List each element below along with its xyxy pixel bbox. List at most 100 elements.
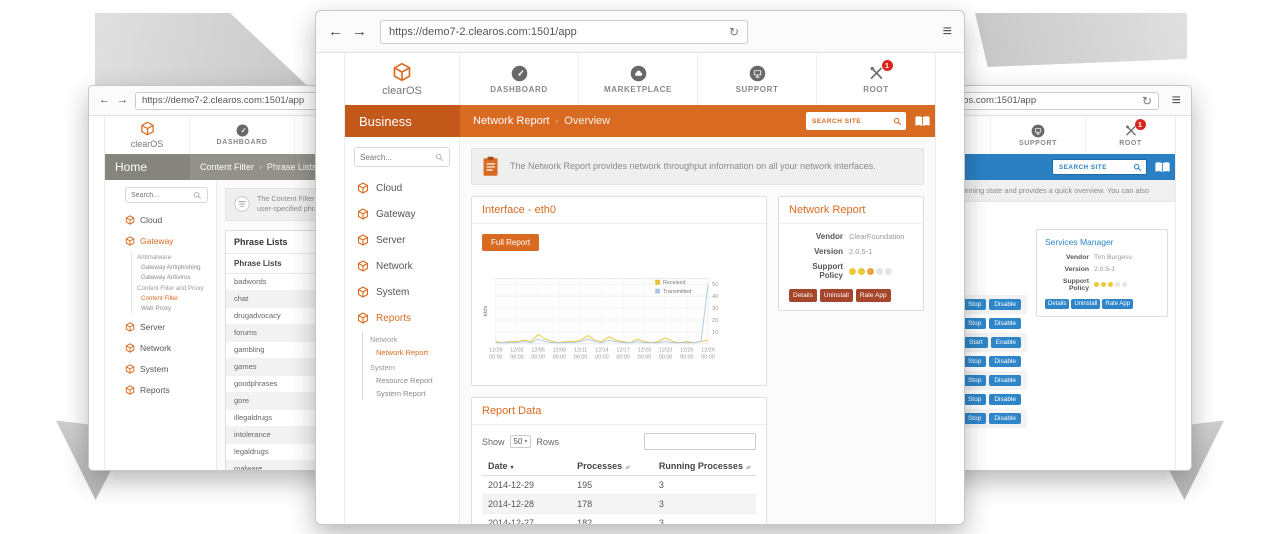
uninstall-button[interactable]: Uninstall bbox=[1071, 299, 1100, 309]
table-row[interactable]: 2014-12-291953 bbox=[482, 476, 756, 495]
tree-item-gateway-antivirus[interactable]: Gateway Antivirus bbox=[132, 272, 216, 282]
sidebar-item-server[interactable]: Server bbox=[105, 316, 216, 337]
tree-item-resource-report[interactable]: Resource Report bbox=[363, 374, 459, 387]
full-report-button[interactable]: Full Report bbox=[482, 234, 539, 251]
svg-text:00:00: 00:00 bbox=[680, 355, 693, 361]
svg-text:12/08: 12/08 bbox=[553, 348, 566, 354]
url-bar[interactable]: https://demo7-2.clearos.com:1501/app ↻ bbox=[380, 20, 748, 44]
forward-button[interactable]: → bbox=[117, 95, 128, 106]
cube-icon bbox=[125, 322, 135, 332]
sidebar-item-gateway[interactable]: Gateway bbox=[345, 201, 459, 227]
vendor-row: Vendor Tim Burgess bbox=[1045, 254, 1159, 261]
sidebar-item-cloud[interactable]: Cloud bbox=[105, 209, 216, 230]
notification-badge: 1 bbox=[1135, 119, 1146, 130]
stop-button[interactable]: Stop bbox=[963, 299, 986, 310]
cube-icon bbox=[125, 385, 135, 395]
sidebar-item-cloud[interactable]: Cloud bbox=[345, 175, 459, 201]
stop-button[interactable]: Stop bbox=[963, 356, 986, 367]
cube-icon bbox=[125, 364, 135, 374]
svg-text:00:00: 00:00 bbox=[510, 355, 523, 361]
nav-support[interactable]: SUPPORT bbox=[698, 53, 817, 105]
report-data-body: Show 50▾ Rows Date▾ Process bbox=[472, 425, 766, 524]
back-button[interactable]: ← bbox=[328, 24, 343, 39]
nav-root[interactable]: 1 ROOT bbox=[817, 53, 935, 105]
app-actions: Details Uninstall Rate App bbox=[789, 289, 913, 302]
site-search-input[interactable]: SEARCH SITE bbox=[1052, 159, 1147, 175]
sidebar-search-input[interactable] bbox=[360, 153, 435, 162]
rate-app-button[interactable]: Rate App bbox=[1102, 299, 1133, 309]
nav-dashboard[interactable]: DASHBOARD bbox=[190, 116, 295, 154]
report-clipboard-icon bbox=[482, 156, 500, 177]
tree-item-network-report[interactable]: Network Report bbox=[363, 346, 459, 359]
uninstall-button[interactable]: Uninstall bbox=[820, 289, 853, 302]
cube-icon bbox=[125, 343, 135, 353]
sidebar-item-network[interactable]: Network bbox=[345, 253, 459, 279]
tree-item-content-filter[interactable]: Content Filter bbox=[132, 293, 216, 303]
svg-text:00:00: 00:00 bbox=[489, 355, 502, 361]
stop-button[interactable]: Stop bbox=[963, 413, 986, 424]
clearos-logo[interactable]: clearOS bbox=[105, 116, 190, 154]
forward-button[interactable]: → bbox=[352, 24, 367, 39]
stop-button[interactable]: Stop bbox=[963, 318, 986, 329]
disable-button[interactable]: Disable bbox=[989, 356, 1021, 367]
tree-item-system-report[interactable]: System Report bbox=[363, 387, 459, 400]
cube-icon bbox=[357, 234, 369, 246]
filter-doc-icon bbox=[234, 196, 250, 212]
details-button[interactable]: Details bbox=[789, 289, 817, 302]
sidebar-search-input[interactable] bbox=[131, 192, 193, 199]
sidebar-item-server[interactable]: Server bbox=[345, 227, 459, 253]
sidebar-item-reports[interactable]: Reports bbox=[105, 379, 216, 400]
disable-button[interactable]: Disable bbox=[989, 413, 1021, 424]
disable-button[interactable]: Disable bbox=[989, 318, 1021, 329]
support-policy-dots bbox=[849, 267, 894, 276]
start-button[interactable]: Start bbox=[964, 337, 988, 348]
back-button[interactable]: ← bbox=[99, 95, 110, 106]
chevron-down-icon: ▾ bbox=[524, 438, 527, 445]
site-search-input[interactable]: SEARCH SITE bbox=[806, 112, 906, 130]
user-guide-icon[interactable] bbox=[1154, 161, 1171, 174]
nav-dashboard[interactable]: DASHBOARD bbox=[460, 53, 579, 105]
tree-item-gateway-antiphishing[interactable]: Gateway Antiphishing bbox=[132, 262, 216, 272]
reload-icon[interactable]: ↻ bbox=[729, 25, 739, 39]
user-guide-icon[interactable] bbox=[914, 115, 931, 128]
sidebar-item-network[interactable]: Network bbox=[105, 337, 216, 358]
support-policy-row: Support Policy bbox=[1045, 278, 1159, 292]
nav-root[interactable]: 1 ROOT bbox=[1085, 116, 1175, 154]
panel-title: Interface - eth0 bbox=[472, 197, 766, 224]
rate-app-button[interactable]: Rate App bbox=[856, 289, 891, 302]
table-row[interactable]: 2014-12-281783 bbox=[482, 495, 756, 514]
details-button[interactable]: Details bbox=[1045, 299, 1069, 309]
browser-menu-icon[interactable]: ≡ bbox=[1172, 92, 1181, 110]
table-row[interactable]: 2014-12-271823 bbox=[482, 514, 756, 525]
column-processes[interactable]: Processes▴▾ bbox=[571, 457, 653, 476]
sidebar-item-system[interactable]: System bbox=[345, 279, 459, 305]
column-date[interactable]: Date▾ bbox=[482, 457, 571, 476]
stop-button[interactable]: Stop bbox=[963, 394, 986, 405]
svg-text:Transmitted: Transmitted bbox=[663, 289, 691, 295]
page-size-select[interactable]: 50▾ bbox=[510, 435, 532, 448]
cube-icon bbox=[125, 215, 135, 225]
enable-button[interactable]: Enable bbox=[991, 337, 1021, 348]
table-filter-input[interactable] bbox=[644, 433, 756, 450]
brand-name: clearOS bbox=[382, 85, 422, 97]
nav-support[interactable]: SUPPORT bbox=[990, 116, 1085, 154]
clearos-logo[interactable]: clearOS bbox=[345, 53, 460, 105]
nav-marketplace[interactable]: MARKETPLACE bbox=[579, 53, 698, 105]
sidebar-search bbox=[354, 147, 450, 167]
tree-item-web-proxy[interactable]: Web Proxy bbox=[132, 303, 216, 313]
vendor-row: Vendor ClearFoundation bbox=[789, 232, 913, 241]
stop-button[interactable]: Stop bbox=[963, 375, 986, 386]
column-running-processes[interactable]: Running Processes▴▾ bbox=[653, 457, 756, 476]
svg-text:00:00: 00:00 bbox=[574, 355, 587, 361]
svg-text:40: 40 bbox=[712, 294, 719, 300]
page-center: clearOS DASHBOARD MARKETPLACE SUPPORT 1 … bbox=[344, 53, 936, 524]
sidebar-item-reports[interactable]: Reports bbox=[345, 305, 459, 331]
browser-menu-icon[interactable]: ≡ bbox=[943, 23, 952, 41]
disable-button[interactable]: Disable bbox=[989, 299, 1021, 310]
sidebar-tree: Antimalware Gateway Antiphishing Gateway… bbox=[131, 251, 216, 313]
reload-icon[interactable]: ↻ bbox=[1142, 94, 1152, 108]
sidebar-item-gateway[interactable]: Gateway bbox=[105, 230, 216, 251]
sidebar-item-system[interactable]: System bbox=[105, 358, 216, 379]
disable-button[interactable]: Disable bbox=[989, 375, 1021, 386]
disable-button[interactable]: Disable bbox=[989, 394, 1021, 405]
